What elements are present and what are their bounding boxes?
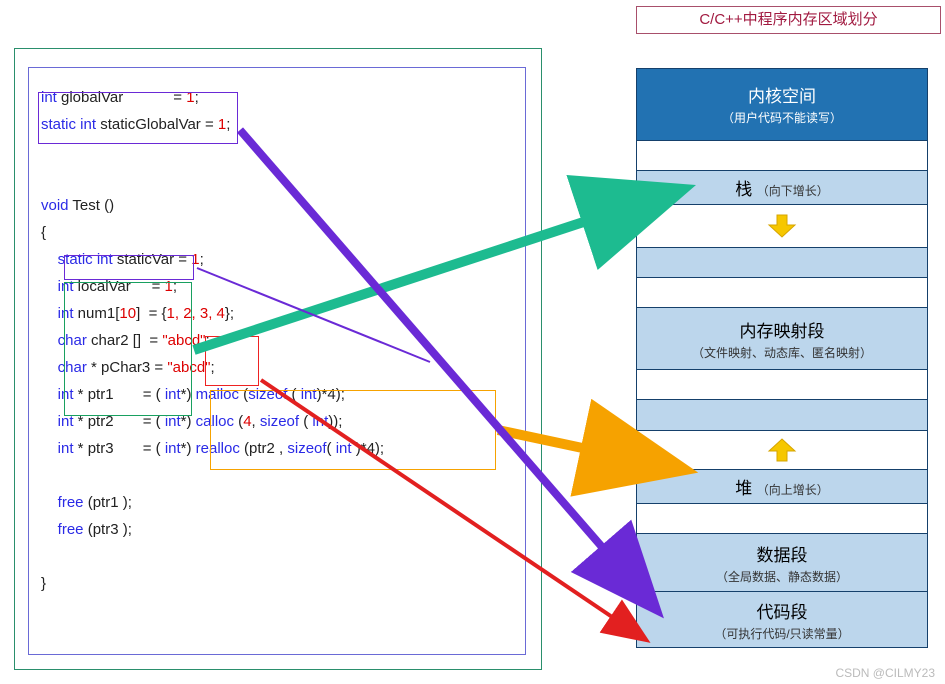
mem-heap: 堆 （向上增长） [637,470,927,504]
mem-mmap-title: 内存映射段 [637,317,927,342]
mem-heap-sub: （向上增长） [757,483,829,497]
mem-gap-2 [637,248,927,278]
mem-code-title: 代码段 [637,598,927,623]
mem-kernel-sub: （用户代码不能读写） [637,109,927,126]
mem-gap-6 [637,504,927,534]
mem-stack-title: 栈 [735,180,752,199]
arrow-up-icon [767,437,797,463]
txt: * ptr3 = ( [74,440,165,457]
mem-heap-arrow-row [637,431,927,471]
mem-kernel: 内核空间 （用户代码不能读写） [637,69,927,141]
code-line-13: free (ptr1 ); [41,489,513,516]
txt: Test () [69,197,115,214]
mem-mmap-sub: （文件映射、动态库、匿名映射） [637,344,927,361]
mem-stack: 栈 （向下增长） [637,171,927,205]
memory-layout: 内核空间 （用户代码不能读写） 栈 （向下增长） 内存映射段 （文件映射、动态库… [636,68,928,648]
mem-stack-arrow-row [637,205,927,248]
txt: }; [225,305,234,322]
kw-int: int [165,440,181,457]
mem-heap-title: 堆 [735,479,752,498]
code-line-15: } [41,570,513,597]
code-line-14: free (ptr3 ); [41,516,513,543]
mem-code-sub: （可执行代码/只读常量） [637,625,927,642]
highlight-string-literal [205,336,259,386]
highlight-heap-allocs [210,390,496,470]
fn-free: free [41,494,84,511]
blank [41,543,513,570]
diagram-title: C/C++中程序内存区域划分 [636,6,941,34]
highlight-locals [64,282,192,416]
mem-data-segment: 数据段 （全局数据、静态数据） [637,534,927,592]
code-line-4: { [41,219,513,246]
mem-stack-sub: （向下增长） [757,184,829,198]
fn-free: free [41,521,84,538]
watermark: CSDN @CILMY23 [835,666,935,680]
mem-gap-3 [637,278,927,308]
arrow-down-icon [767,213,797,239]
highlight-globals [38,92,238,144]
mem-code-segment: 代码段 （可执行代码/只读常量） [637,592,927,647]
txt: (ptr1 ); [84,494,132,511]
txt: *) [181,440,196,457]
mem-data-sub: （全局数据、静态数据） [637,568,927,585]
mem-gap-5 [637,400,927,430]
txt: ; [200,251,204,268]
kw-int: int [41,440,74,457]
mem-data-title: 数据段 [637,541,927,566]
mem-gap-4 [637,370,927,400]
mem-kernel-title: 内核空间 [637,82,927,107]
mem-mmap: 内存映射段 （文件映射、动态库、匿名映射） [637,308,927,370]
mem-gap-1 [637,141,927,171]
blank [41,165,513,192]
txt: (ptr3 ); [84,521,132,538]
code-line-3: void Test () [41,192,513,219]
highlight-static-local [64,255,194,280]
kw-void: void [41,197,69,214]
